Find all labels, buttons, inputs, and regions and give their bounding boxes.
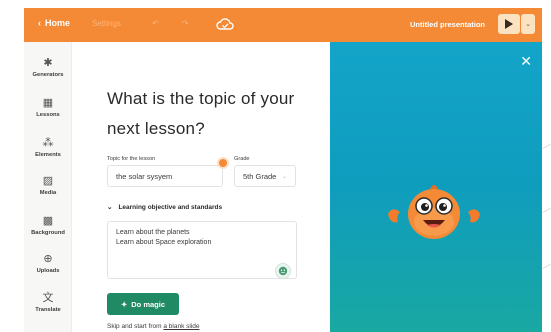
assistant-icon xyxy=(278,266,288,276)
sidebar-item-background[interactable]: ▩ Background xyxy=(24,214,72,236)
blank-slide-link[interactable]: a blank slide xyxy=(163,323,199,330)
sidebar-item-label: Generators xyxy=(32,72,64,78)
objectives-textarea[interactable]: Learn about the planets Learn about Spac… xyxy=(107,221,297,279)
present-options-button[interactable]: ⌄ xyxy=(521,14,535,34)
objective-line: Learn about Space exploration xyxy=(116,239,212,246)
objectives-toggle[interactable]: ⌄ Learning objective and standards xyxy=(107,203,223,212)
chevron-down-icon: ⌄ xyxy=(525,21,531,28)
close-icon[interactable]: ✕ xyxy=(520,54,532,68)
assistant-button[interactable] xyxy=(275,263,291,279)
chevron-down-icon: ⌄ xyxy=(281,173,287,180)
grade-select[interactable]: 5th Grade ⌄ xyxy=(234,165,296,187)
grade-label: Grade xyxy=(234,156,250,162)
present-button[interactable] xyxy=(498,14,520,34)
image-icon: ▨ xyxy=(42,175,54,187)
sidebar-item-label: Lessons xyxy=(36,112,60,118)
shapes-icon: ⁂ xyxy=(42,137,54,149)
sidebar-item-label: Translate xyxy=(35,307,61,313)
settings-menu[interactable]: Settings xyxy=(92,19,121,28)
topic-input[interactable]: the solar sysyem xyxy=(107,165,223,187)
presentation-title[interactable]: Untitled presentation xyxy=(410,20,485,29)
grid-icon: ▦ xyxy=(42,97,54,109)
topic-value: the solar sysyem xyxy=(116,171,173,181)
sidebar-item-generators[interactable]: ✱ Generators xyxy=(24,56,72,78)
background-icon: ▩ xyxy=(42,215,54,227)
sidebar-item-label: Background xyxy=(31,230,65,236)
chevron-down-icon: ⌄ xyxy=(107,204,113,211)
page-title: What is the topic of your next lesson? xyxy=(107,89,295,138)
undo-icon[interactable]: ↶ xyxy=(152,19,159,28)
chevron-left-icon: ‹ xyxy=(38,18,41,28)
sidebar-item-label: Uploads xyxy=(36,268,60,274)
home-button[interactable]: ‹ Home xyxy=(38,18,70,28)
cloud-saved-icon xyxy=(216,18,234,30)
translate-icon: 文 xyxy=(42,292,54,304)
skip-text: Skip and start from a blank slide xyxy=(107,323,200,330)
sidebar-item-label: Elements xyxy=(35,152,61,158)
outer-margin-right xyxy=(542,0,551,332)
magic-wand-icon: ✦ xyxy=(120,299,128,309)
topic-label: Topic for the lesson xyxy=(107,156,156,162)
play-icon xyxy=(505,19,513,29)
sidebar-item-translate[interactable]: 文 Translate xyxy=(24,291,72,313)
app-window: ‹ Home Settings ↶ ↷ Untitled presentatio… xyxy=(0,0,551,332)
sidebar-item-uploads[interactable]: ⊕ Uploads xyxy=(24,252,72,274)
sidebar-item-media[interactable]: ▨ Media xyxy=(24,174,72,196)
redo-icon[interactable]: ↷ xyxy=(182,19,189,28)
skip-prefix: Skip and start from xyxy=(107,323,164,330)
objective-line: Learn about the planets xyxy=(116,229,190,236)
illustration-panel: ✕ xyxy=(330,42,542,332)
wand-icon: ✱ xyxy=(43,57,53,69)
mascot-character xyxy=(388,185,480,239)
sidebar-item-lessons[interactable]: ▦ Lessons xyxy=(24,96,72,118)
top-bar: ‹ Home Settings ↶ ↷ Untitled presentatio… xyxy=(24,8,542,42)
outer-margin-left xyxy=(0,0,24,332)
do-magic-button[interactable]: ✦ Do magic xyxy=(107,293,179,315)
home-label: Home xyxy=(45,18,71,28)
lesson-generator-panel: What is the topic of your next lesson? T… xyxy=(73,42,330,332)
do-magic-label: Do magic xyxy=(131,299,166,309)
grade-value: 5th Grade xyxy=(243,171,277,181)
upload-icon: ⊕ xyxy=(43,253,53,265)
suggestion-badge-icon[interactable] xyxy=(217,157,229,169)
objectives-toggle-label: Learning objective and standards xyxy=(118,203,223,211)
sidebar-item-elements[interactable]: ⁂ Elements xyxy=(24,136,72,158)
sidebar: ✱ Generators ▦ Lessons ⁂ Elements ▨ Medi… xyxy=(24,42,72,332)
sidebar-item-label: Media xyxy=(39,190,57,196)
